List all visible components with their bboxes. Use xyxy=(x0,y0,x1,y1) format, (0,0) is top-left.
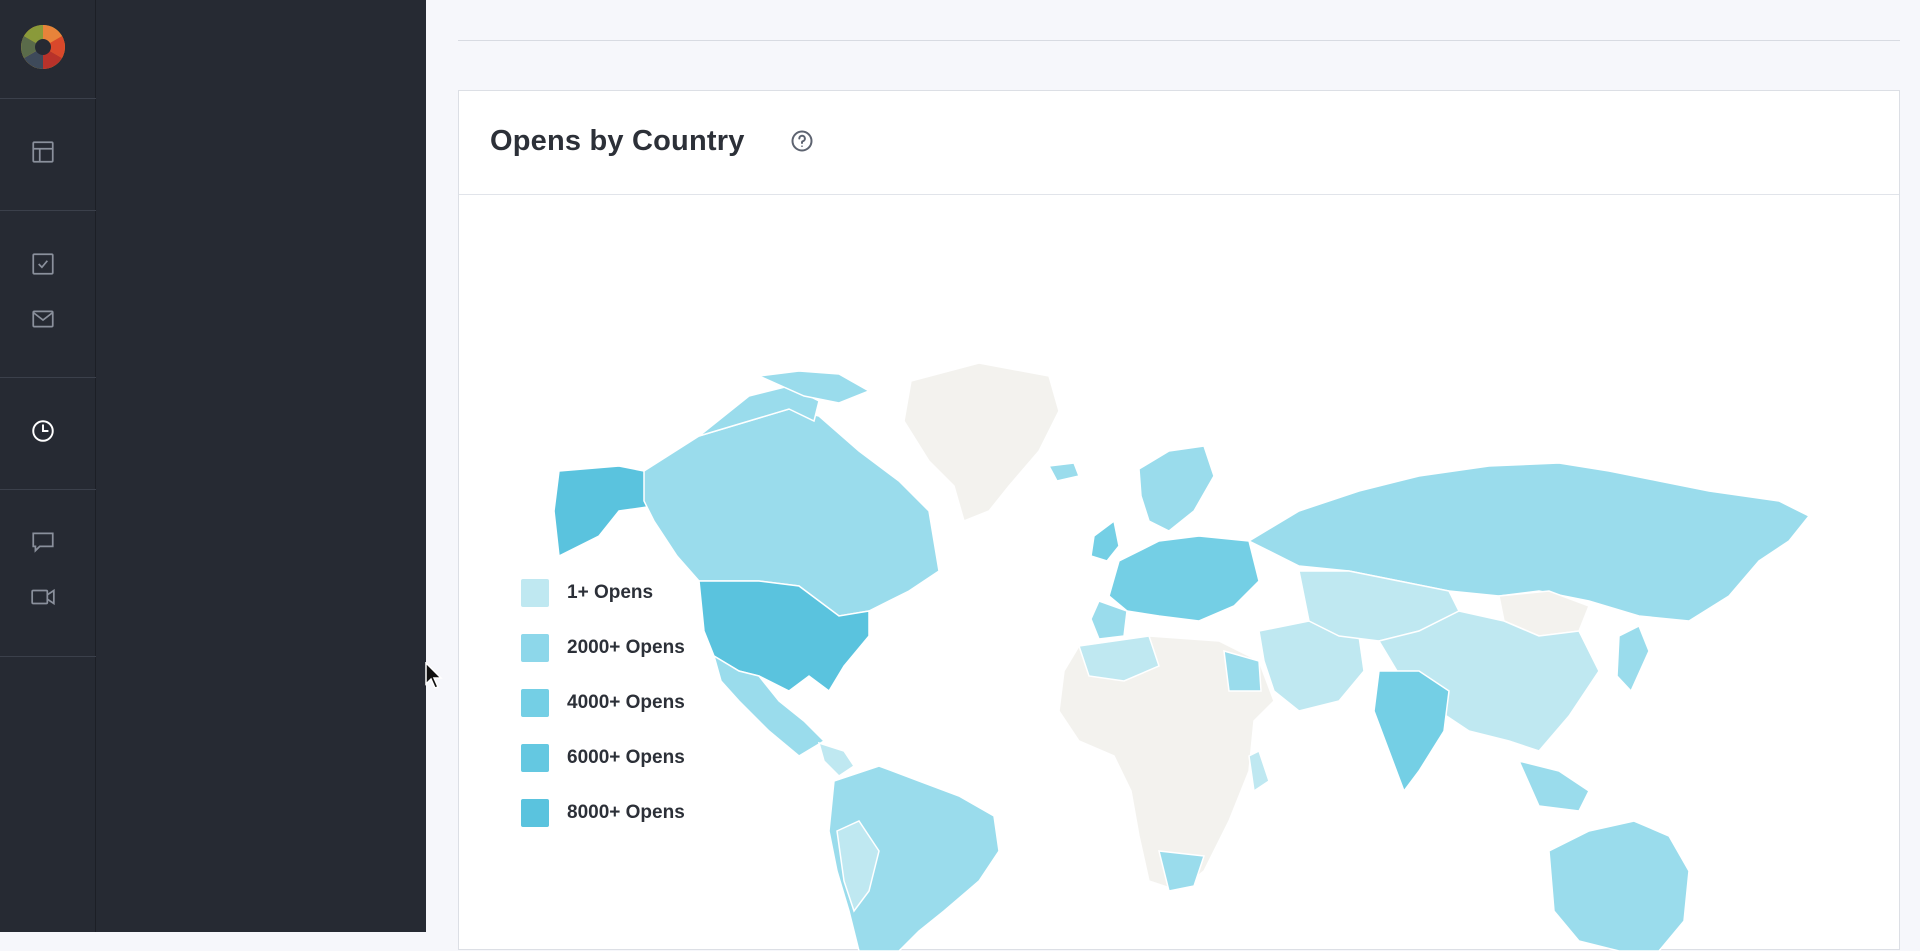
legend-swatch xyxy=(521,634,549,662)
rail-divider xyxy=(0,98,96,99)
legend-swatch xyxy=(521,689,549,717)
mail-icon[interactable] xyxy=(24,300,62,338)
legend-label: 8000+ Opens xyxy=(567,802,685,823)
rail-divider xyxy=(0,210,96,211)
legend-item: 4000+ Opens xyxy=(521,689,741,717)
greenland-region[interactable] xyxy=(903,362,1060,523)
reports-clock-icon[interactable] xyxy=(24,412,62,450)
main-content: Opens by Country 1+ Opens 2000+ Opens 40… xyxy=(426,0,1920,951)
layout-icon[interactable] xyxy=(24,133,62,171)
legend-item: 6000+ Opens xyxy=(521,744,741,772)
legend-label: 4000+ Opens xyxy=(567,692,685,713)
legend-item: 2000+ Opens xyxy=(521,634,741,662)
legend-swatch xyxy=(521,579,549,607)
video-icon[interactable] xyxy=(24,578,62,616)
secondary-sidebar xyxy=(96,0,426,932)
legend-item: 8000+ Opens xyxy=(521,799,741,827)
asia-region[interactable] xyxy=(1298,570,1650,812)
legend-label: 6000+ Opens xyxy=(567,747,685,768)
rail-divider xyxy=(0,656,96,657)
europe-region[interactable] xyxy=(1047,445,1260,640)
section-divider xyxy=(458,40,1900,41)
opens-by-country-card: Opens by Country 1+ Opens 2000+ Opens 40… xyxy=(458,90,1900,951)
legend-label: 2000+ Opens xyxy=(567,637,685,658)
chat-icon[interactable] xyxy=(24,523,62,561)
legend-swatch xyxy=(521,744,549,772)
africa-region[interactable] xyxy=(1058,635,1275,892)
legend-item: 1+ Opens xyxy=(521,579,741,607)
app-logo-icon[interactable] xyxy=(20,24,66,70)
legend-label: 1+ Opens xyxy=(567,582,654,603)
south-america-region[interactable] xyxy=(828,765,1000,951)
mouse-pointer-icon xyxy=(425,662,443,689)
legend-swatch xyxy=(521,799,549,827)
checkbox-icon[interactable] xyxy=(24,245,62,283)
icon-rail xyxy=(0,0,96,932)
rail-divider xyxy=(0,489,96,490)
rail-divider xyxy=(0,377,96,378)
